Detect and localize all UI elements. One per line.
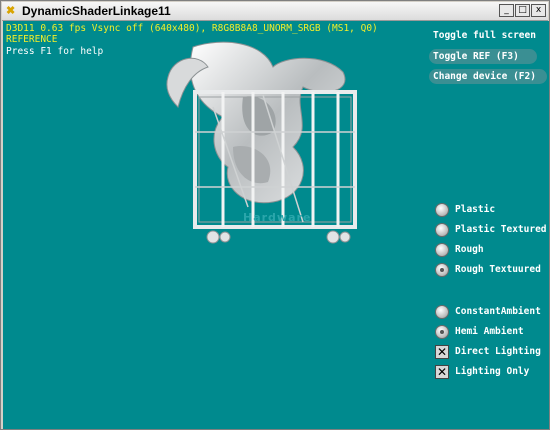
radio-button[interactable]: [435, 203, 449, 217]
watermark-text: Hardware: [243, 211, 312, 224]
radio-button[interactable]: [435, 243, 449, 257]
app-window: ✖ DynamicShaderLinkage11 _ □ x D3D11 0.6…: [0, 0, 550, 430]
checkbox-label: Direct Lighting: [455, 346, 541, 357]
device-type-line: REFERENCE: [6, 34, 58, 45]
directx-icon: ✖: [6, 5, 16, 17]
render-viewport[interactable]: D3D11 0.63 fps Vsync off (640x480), R8G8…: [3, 21, 549, 429]
stats-line: D3D11 0.63 fps Vsync off (640x480), R8G8…: [6, 23, 378, 34]
radio-button-selected[interactable]: [435, 263, 449, 277]
checkbox-checked-icon[interactable]: ✕: [435, 365, 449, 379]
checkbox-checked-icon[interactable]: ✕: [435, 345, 449, 359]
maximize-button[interactable]: □: [515, 4, 530, 17]
radio-button-selected[interactable]: [435, 325, 449, 339]
checkbox-label: Lighting Only: [455, 366, 530, 377]
close-button[interactable]: x: [531, 4, 546, 17]
lighting-label: ConstantAmbient: [455, 306, 541, 317]
toggle-ref-button[interactable]: Toggle REF (F3): [429, 49, 537, 64]
toggle-fullscreen-button[interactable]: Toggle full screen: [429, 28, 547, 43]
material-label: Rough Textuured: [455, 264, 541, 275]
material-label: Plastic Textured: [455, 224, 547, 235]
minimize-button[interactable]: _: [499, 4, 514, 17]
change-device-button[interactable]: Change device (F2): [429, 69, 547, 84]
lighting-label: Hemi Ambient: [455, 326, 524, 337]
title-bar[interactable]: ✖ DynamicShaderLinkage11 _ □ x: [2, 2, 548, 21]
material-label: Rough: [455, 244, 484, 255]
window-title: DynamicShaderLinkage11: [22, 4, 171, 18]
radio-button[interactable]: [435, 305, 449, 319]
help-hint: Press F1 for help: [6, 46, 104, 57]
radio-button[interactable]: [435, 223, 449, 237]
material-label: Plastic: [455, 204, 496, 215]
